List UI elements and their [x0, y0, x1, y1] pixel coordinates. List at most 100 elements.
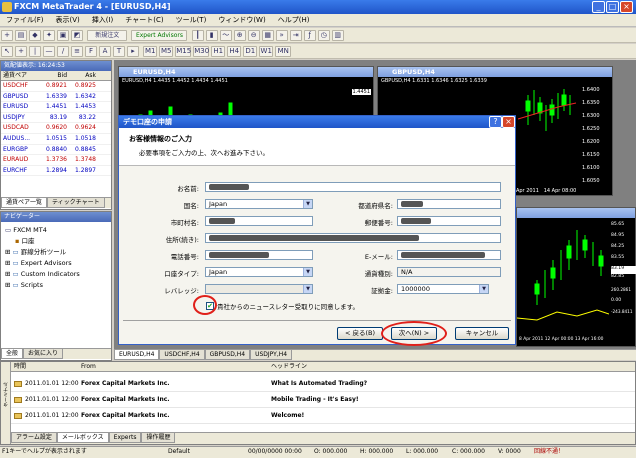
col-bid[interactable]: Bid — [38, 71, 67, 81]
market-watch-row[interactable]: EURUSD 1.4451 1.4453 — [1, 102, 111, 113]
line-chart-icon[interactable]: 〜 — [219, 30, 232, 41]
maximize-button[interactable]: □ — [606, 1, 619, 13]
mail-row[interactable]: 2011.01.01 12:00 Forex Capital Markets In… — [11, 408, 635, 424]
w1-button[interactable]: W1 — [259, 46, 274, 57]
zip-field[interactable] — [397, 216, 501, 226]
nav-item-experts[interactable]: ⊞ ▭ Expert Advisors — [5, 258, 111, 269]
chart-tab-gbpusd[interactable]: GBPUSD,H4 — [204, 350, 251, 360]
tab-favorites[interactable]: お気に入り — [23, 349, 64, 359]
dialog-help-button[interactable]: ? — [489, 116, 502, 128]
expand-icon[interactable]: ⊞ — [5, 248, 13, 256]
tab-alerts[interactable]: アラーム設定 — [11, 433, 57, 443]
fibonacci-icon[interactable]: F — [85, 46, 97, 57]
crosshair-icon[interactable]: + — [15, 46, 27, 57]
col-headline[interactable]: ヘッドライン — [271, 363, 307, 370]
market-watch-row[interactable]: AUDUS... 1.0515 1.0518 — [1, 134, 111, 145]
market-watch-row[interactable]: EURGBP 0.8840 0.8845 — [1, 145, 111, 156]
tab-journal[interactable]: 操作履歴 — [141, 433, 176, 443]
country-select[interactable]: Japan ▼ — [205, 199, 313, 209]
menu-tools[interactable]: ツール(T) — [170, 14, 213, 27]
menu-file[interactable]: ファイル(F) — [0, 14, 50, 27]
mail-row[interactable]: 2011.01.01 12:00 Forex Capital Markets In… — [11, 376, 635, 392]
market-watch-row[interactable]: USDCAD 0.9620 0.9624 — [1, 123, 111, 134]
expand-icon[interactable]: ⊞ — [5, 259, 13, 267]
vertical-line-icon[interactable]: | — [29, 46, 41, 57]
terminal-icon[interactable]: ▣ — [57, 30, 69, 41]
chart-shift-icon[interactable]: ⇥ — [289, 30, 302, 41]
zoom-in-icon[interactable]: ⊕ — [233, 30, 246, 41]
menu-window[interactable]: ウィンドウ(W) — [212, 14, 271, 27]
back-button[interactable]: < 戻る(B) — [337, 327, 383, 340]
menu-view[interactable]: 表示(V) — [50, 14, 86, 27]
label-icon[interactable]: T — [113, 46, 125, 57]
col-from[interactable]: From — [81, 362, 271, 372]
market-watch-row[interactable]: EURAUD 1.3736 1.3748 — [1, 155, 111, 166]
mail-row[interactable]: 2011.01.01 12:00 Forex Capital Markets In… — [11, 392, 635, 408]
indicators-icon[interactable]: ƒ — [303, 30, 316, 41]
menu-chart[interactable]: チャート(C) — [119, 14, 169, 27]
chart-window-third[interactable]: 85.65 84.95 84.25 83.55 83.19 82.85 260.… — [516, 207, 636, 347]
cancel-button[interactable]: キャンセル — [455, 327, 509, 340]
market-watch-icon[interactable]: ◆ — [29, 30, 41, 41]
chart-tab-usdchf[interactable]: USDCHF,H4 — [159, 350, 205, 360]
nav-item-scripts[interactable]: ⊞ ▭ Scripts — [5, 280, 111, 291]
name-field[interactable] — [205, 182, 501, 192]
candle-chart-icon[interactable]: ▮ — [205, 30, 218, 41]
autoscroll-icon[interactable]: » — [275, 30, 288, 41]
tab-general[interactable]: 全般 — [1, 349, 24, 359]
tester-icon[interactable]: ◩ — [71, 30, 83, 41]
dialog-close-button[interactable]: × — [502, 116, 515, 128]
m30-button[interactable]: M30 — [193, 46, 210, 57]
chart-tab-usdjpy[interactable]: USDJPY,H4 — [250, 350, 293, 360]
bar-chart-icon[interactable]: ┃ — [191, 30, 204, 41]
nav-item-indicators[interactable]: ⊞ ▭ 罫線分析ツール — [5, 247, 111, 258]
chart-tab-eurusd[interactable]: EURUSD,H4 — [114, 350, 160, 360]
account-type-select[interactable]: Japan ▼ — [205, 267, 313, 277]
m1-button[interactable]: M1 — [143, 46, 158, 57]
tab-tick-chart[interactable]: ティックチャート — [47, 198, 105, 208]
templates-icon[interactable]: ▥ — [331, 30, 344, 41]
address-field[interactable] — [205, 233, 501, 243]
m5-button[interactable]: M5 — [159, 46, 174, 57]
d1-button[interactable]: D1 — [243, 46, 258, 57]
market-watch-row[interactable]: USDJPY 83.19 83.22 — [1, 113, 111, 124]
deposit-select[interactable]: 1000000 ▼ — [397, 284, 489, 294]
col-ask[interactable]: Ask — [67, 71, 96, 81]
arrows-icon[interactable]: ▸ — [127, 46, 139, 57]
expert-advisors-button[interactable]: Expert Advisors — [131, 30, 188, 41]
profiles-icon[interactable]: ▤ — [15, 30, 27, 41]
navigator-icon[interactable]: ✦ — [43, 30, 55, 41]
channel-icon[interactable]: ≡ — [71, 46, 83, 57]
new-order-button[interactable]: 新規注文 — [87, 30, 128, 41]
zoom-out-icon[interactable]: ⊖ — [247, 30, 260, 41]
city-field[interactable] — [205, 216, 313, 226]
horizontal-line-icon[interactable]: — — [43, 46, 55, 57]
text-icon[interactable]: A — [99, 46, 111, 57]
minimize-button[interactable]: _ — [592, 1, 605, 13]
phone-field[interactable] — [205, 250, 313, 260]
tile-icon[interactable]: ▦ — [261, 30, 274, 41]
menu-insert[interactable]: 挿入(I) — [86, 14, 120, 27]
h1-button[interactable]: H1 — [211, 46, 226, 57]
trendline-icon[interactable]: / — [57, 46, 69, 57]
prefecture-field[interactable] — [397, 199, 501, 209]
new-chart-icon[interactable]: + — [1, 30, 13, 41]
nav-item-custom[interactable]: ⊞ ▭ Custom Indicators — [5, 269, 111, 280]
nav-item-accounts[interactable]: ▪ 口座 — [5, 236, 111, 247]
tab-mailbox[interactable]: メールボックス — [56, 433, 109, 443]
m15-button[interactable]: M15 — [175, 46, 192, 57]
h4-button[interactable]: H4 — [227, 46, 242, 57]
col-time[interactable]: 時間 — [11, 362, 81, 372]
email-field[interactable] — [397, 250, 501, 260]
nav-root[interactable]: ▭ FXCM MT4 — [5, 225, 111, 236]
market-watch-row[interactable]: EURCHF 1.2894 1.2897 — [1, 166, 111, 177]
mn-button[interactable]: MN — [275, 46, 292, 57]
cursor-icon[interactable]: ↖ — [1, 46, 13, 57]
market-watch-row[interactable]: USDCHF 0.8921 0.8925 — [1, 81, 111, 92]
menu-help[interactable]: ヘルプ(H) — [272, 14, 316, 27]
col-symbol[interactable]: 通貨ペア — [1, 71, 38, 81]
tab-experts[interactable]: Experts — [108, 433, 142, 443]
expand-icon[interactable]: ⊞ — [5, 281, 13, 289]
market-watch-row[interactable]: GBPUSD 1.6339 1.6342 — [1, 92, 111, 103]
close-button[interactable]: × — [620, 1, 633, 13]
